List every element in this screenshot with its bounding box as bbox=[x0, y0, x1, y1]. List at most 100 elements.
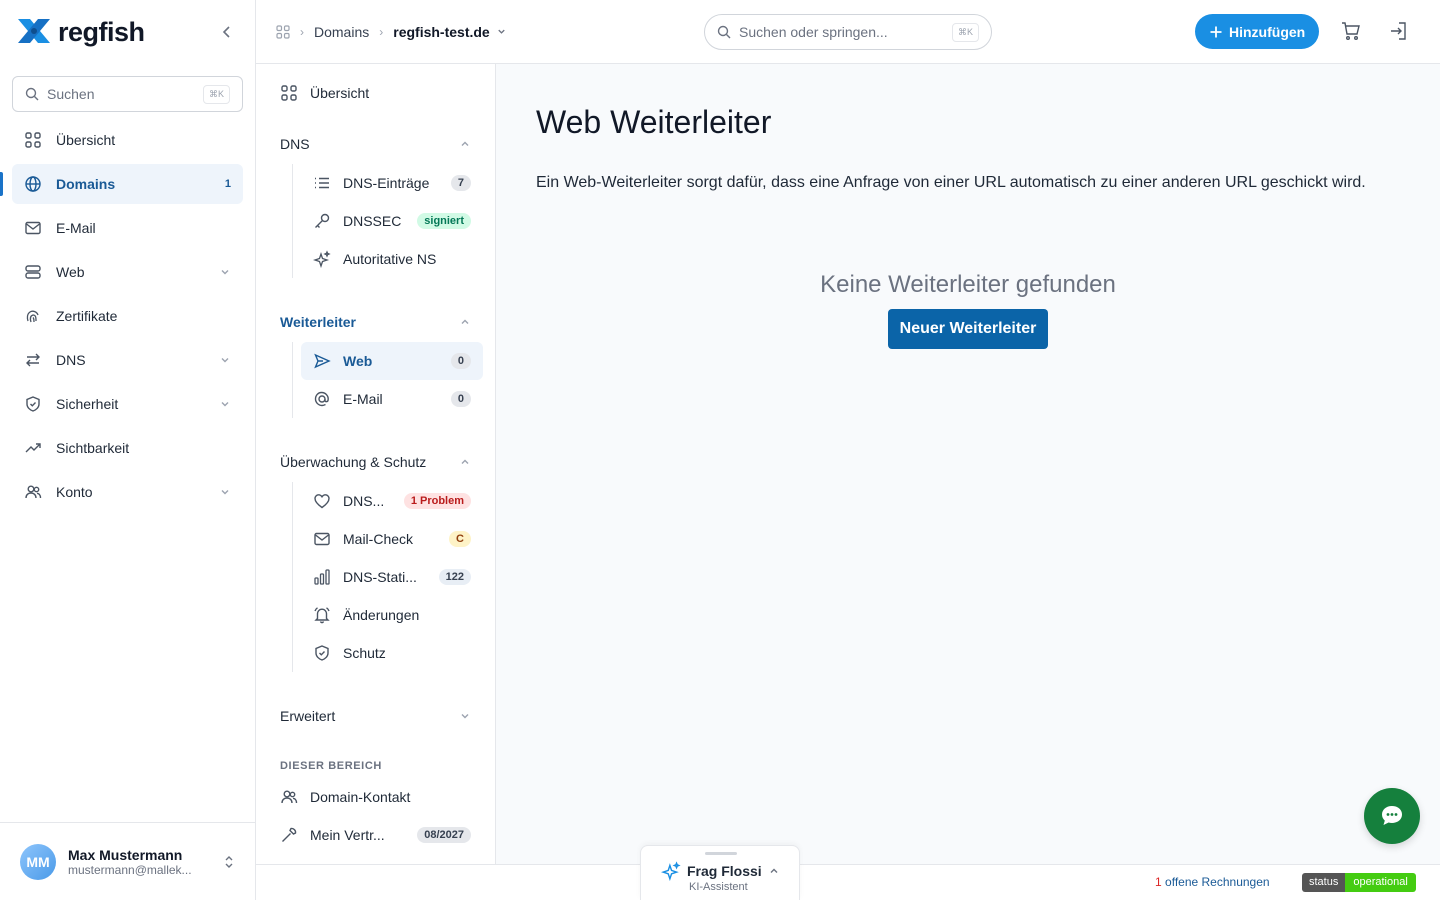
sidebar-item-dns[interactable]: DNS bbox=[12, 340, 243, 380]
sidebar-item-web[interactable]: Web bbox=[12, 252, 243, 292]
subnav-my-contract[interactable]: Mein Vertr... 08/2027 bbox=[268, 816, 483, 854]
assistant-header: Frag Flossi bbox=[661, 861, 780, 881]
sidebar-search-placeholder: Suchen bbox=[47, 86, 95, 102]
global-search-placeholder: Suchen oder springen... bbox=[739, 24, 888, 40]
subnav-dnssec[interactable]: DNSSEC signiert bbox=[301, 202, 483, 240]
chevron-down-icon bbox=[221, 358, 229, 363]
subnav-protection[interactable]: Schutz bbox=[301, 634, 483, 672]
sign-in-icon bbox=[1391, 22, 1406, 40]
send-icon bbox=[314, 353, 331, 369]
breadcrumb: › Domains › regfish-test.de bbox=[276, 24, 507, 40]
mail-icon bbox=[25, 221, 41, 235]
subnav-section-advanced[interactable]: Erweitert bbox=[268, 696, 483, 736]
empty-state: Keine Weiterleiter gefunden Neuer Weiter… bbox=[536, 271, 1400, 349]
subnav-section-monitoring[interactable]: Überwachung & Schutz bbox=[268, 442, 483, 482]
sidebar-item-security[interactable]: Sicherheit bbox=[12, 384, 243, 424]
new-forwarder-button[interactable]: Neuer Weiterleiter bbox=[887, 309, 1049, 349]
shortcut-hint: ⌘K bbox=[951, 22, 979, 42]
sidebar-item-label: Domains bbox=[56, 176, 116, 192]
drag-handle[interactable] bbox=[705, 852, 737, 855]
brand-logo[interactable]: regfish bbox=[16, 17, 145, 48]
shortcut-hint: ⌘K bbox=[202, 84, 230, 104]
brand-name: regfish bbox=[58, 16, 145, 47]
logout-button[interactable] bbox=[1388, 20, 1412, 44]
domains-count: 1 bbox=[224, 178, 231, 190]
sidebar-item-label: Sichtbarkeit bbox=[56, 440, 130, 456]
sidebar-item-email[interactable]: E-Mail bbox=[12, 208, 243, 248]
subnav-section-forwarders[interactable]: Weiterleiter bbox=[268, 302, 483, 342]
subnav-overview[interactable]: Übersicht bbox=[268, 74, 483, 112]
subnav-domain-contact[interactable]: Domain-Kontakt bbox=[268, 778, 483, 816]
breadcrumb-separator: › bbox=[300, 24, 304, 39]
user-menu[interactable]: MM Max Mustermann mustermann@mallek... bbox=[0, 822, 255, 900]
bell-icon bbox=[314, 607, 330, 624]
system-status-badge[interactable]: status operational bbox=[1302, 873, 1416, 892]
open-invoices-link[interactable]: 1 offene Rechnungen bbox=[1155, 875, 1270, 889]
chevron-down-icon bbox=[221, 490, 229, 495]
date-badge: 08/2027 bbox=[417, 827, 471, 843]
domain-subnav: Übersicht DNS DNS-Einträge 7 DNSSEC sign… bbox=[256, 64, 496, 864]
page-title: Web Weiterleiter bbox=[536, 104, 772, 140]
breadcrumb-domain-selector[interactable]: regfish-test.de bbox=[393, 24, 506, 40]
globe-icon bbox=[25, 176, 41, 192]
sidebar-item-label: Zertifikate bbox=[56, 308, 118, 324]
subnav-item-label: E-Mail bbox=[343, 391, 383, 407]
ai-assistant-panel[interactable]: Frag Flossi KI-Assistent bbox=[640, 845, 800, 900]
global-search-input[interactable]: Suchen oder springen... ⌘K bbox=[704, 14, 992, 50]
at-icon bbox=[314, 391, 329, 407]
invoice-count: 1 bbox=[1155, 875, 1162, 889]
cart-button[interactable] bbox=[1340, 20, 1364, 44]
assistant-title: Frag Flossi bbox=[687, 863, 762, 879]
subnav-authoritative-ns[interactable]: Autoritative NS bbox=[301, 240, 483, 278]
chevron-up-icon bbox=[461, 459, 469, 464]
cart-icon bbox=[1342, 22, 1360, 41]
sparkles-icon bbox=[661, 861, 681, 881]
main-sidebar: regfish Suchen ⌘K Übersicht Domains 1 E-… bbox=[0, 0, 256, 900]
chevron-updown-icon bbox=[225, 855, 233, 868]
subnav-item-label: Übersicht bbox=[310, 85, 370, 101]
grade-badge: C bbox=[449, 531, 471, 547]
subnav-dns-health[interactable]: DNS... 1 Problem bbox=[301, 482, 483, 520]
problem-badge: 1 Problem bbox=[403, 493, 471, 509]
subnav-item-label: DNS... bbox=[343, 493, 385, 509]
subnav-item-label: DNS-Einträge bbox=[343, 175, 430, 191]
subnav-item-label: Domain-Kontakt bbox=[310, 789, 411, 805]
sidebar-item-account[interactable]: Konto bbox=[12, 472, 243, 512]
sidebar-item-overview[interactable]: Übersicht bbox=[12, 120, 243, 160]
subnav-section-dns[interactable]: DNS bbox=[268, 124, 483, 164]
subnav-changes[interactable]: Änderungen bbox=[301, 596, 483, 634]
monitoring-group: DNS... 1 Problem Mail-Check C DNS-Stati.… bbox=[292, 482, 483, 672]
chat-bubble-icon bbox=[1382, 806, 1402, 825]
subnav-dns-statistics[interactable]: DNS-Stati... 122 bbox=[301, 558, 483, 596]
sidebar-nav: Übersicht Domains 1 E-Mail Web Zertifika… bbox=[0, 120, 255, 512]
chevron-down-icon bbox=[221, 270, 229, 275]
wrench-icon bbox=[282, 827, 297, 842]
sidebar-item-certificates[interactable]: Zertifikate bbox=[12, 296, 243, 336]
sidebar-item-label: DNS bbox=[56, 352, 86, 368]
subnav-item-label: Änderungen bbox=[343, 607, 420, 623]
server-icon bbox=[25, 265, 41, 279]
sidebar-item-domains[interactable]: Domains 1 bbox=[0, 164, 243, 204]
chevron-down-icon bbox=[461, 714, 469, 719]
shield-check-icon bbox=[315, 645, 329, 661]
subnav-dns-records[interactable]: DNS-Einträge 7 bbox=[301, 164, 483, 202]
sidebar-search[interactable]: Suchen ⌘K bbox=[12, 76, 243, 112]
subnav-email-forwarder[interactable]: E-Mail 0 bbox=[301, 380, 483, 418]
subnav-item-label: Schutz bbox=[343, 645, 386, 661]
collapse-sidebar-button[interactable] bbox=[215, 20, 239, 44]
count-badge: 122 bbox=[438, 569, 471, 585]
user-email: mustermann@mallek... bbox=[68, 862, 192, 877]
grid-icon[interactable] bbox=[276, 24, 290, 39]
chat-button[interactable] bbox=[1364, 788, 1420, 844]
chevron-left-icon bbox=[222, 26, 230, 38]
heart-icon bbox=[314, 494, 330, 509]
add-button[interactable]: Hinzufügen bbox=[1195, 14, 1320, 49]
breadcrumb-domains[interactable]: Domains bbox=[314, 24, 369, 40]
chevron-down-icon bbox=[221, 402, 229, 407]
subnav-mail-check[interactable]: Mail-Check C bbox=[301, 520, 483, 558]
sidebar-item-visibility[interactable]: Sichtbarkeit bbox=[12, 428, 243, 468]
subnav-web-forwarder[interactable]: Web 0 bbox=[301, 342, 483, 380]
grid-icon bbox=[25, 132, 41, 148]
section-title: DNS bbox=[280, 136, 310, 152]
invoice-text: offene Rechnungen bbox=[1161, 875, 1270, 889]
